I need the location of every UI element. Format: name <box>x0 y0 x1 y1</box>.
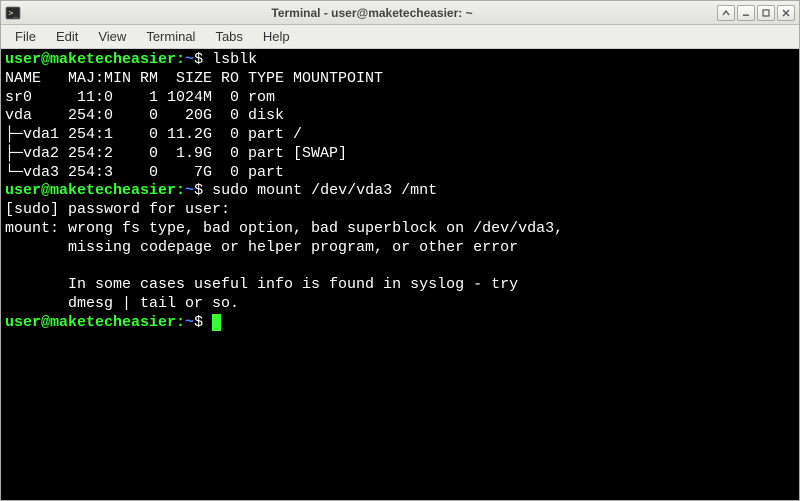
command-1: lsblk <box>212 51 257 68</box>
lsblk-row-vda: vda 254:0 0 20G 0 disk <box>5 107 293 124</box>
prompt-user: user@maketecheasier <box>5 314 176 331</box>
command-2: sudo mount /dev/vda3 /mnt <box>212 182 437 199</box>
window-controls <box>717 5 795 21</box>
lsblk-header: NAME MAJ:MIN RM SIZE RO TYPE MOUNTPOINT <box>5 70 383 87</box>
prompt-sep: : <box>176 314 185 331</box>
prompt-sep: : <box>176 182 185 199</box>
lsblk-row-vda3: └─vda3 254:3 0 7G 0 part <box>5 164 293 181</box>
menu-tabs[interactable]: Tabs <box>205 26 252 47</box>
terminal-output[interactable]: user@maketecheasier:~$ lsblk NAME MAJ:MI… <box>1 49 799 500</box>
maximize-button[interactable] <box>757 5 775 21</box>
prompt-end: $ <box>194 51 212 68</box>
terminal-window: >_ Terminal - user@maketecheasier: ~ Fil… <box>0 0 800 501</box>
sudo-prompt: [sudo] password for user: <box>5 201 239 218</box>
menu-view[interactable]: View <box>88 26 136 47</box>
lsblk-row-vda2: ├─vda2 254:2 0 1.9G 0 part [SWAP] <box>5 145 347 162</box>
prompt-end: $ <box>194 314 212 331</box>
lsblk-row-sr0: sr0 11:0 1 1024M 0 rom <box>5 89 293 106</box>
terminal-app-icon: >_ <box>5 5 21 21</box>
prompt-end: $ <box>194 182 212 199</box>
window-title: Terminal - user@maketecheasier: ~ <box>27 6 717 20</box>
titlebar[interactable]: >_ Terminal - user@maketecheasier: ~ <box>1 1 799 25</box>
cursor <box>212 314 221 331</box>
mount-error-l2: missing codepage or helper program, or o… <box>5 239 518 256</box>
close-button[interactable] <box>777 5 795 21</box>
prompt-user: user@maketecheasier <box>5 51 176 68</box>
lsblk-row-vda1: ├─vda1 254:1 0 11.2G 0 part / <box>5 126 302 143</box>
menubar: File Edit View Terminal Tabs Help <box>1 25 799 49</box>
menu-help[interactable]: Help <box>253 26 300 47</box>
prompt-user: user@maketecheasier <box>5 182 176 199</box>
prompt-path: ~ <box>185 182 194 199</box>
menu-edit[interactable]: Edit <box>46 26 88 47</box>
mount-error-l3: In some cases useful info is found in sy… <box>5 276 518 293</box>
rollup-button[interactable] <box>717 5 735 21</box>
prompt-path: ~ <box>185 314 194 331</box>
minimize-button[interactable] <box>737 5 755 21</box>
mount-error-l1: mount: wrong fs type, bad option, bad su… <box>5 220 563 237</box>
prompt-sep: : <box>176 51 185 68</box>
mount-error-l4: dmesg | tail or so. <box>5 295 239 312</box>
svg-text:>_: >_ <box>9 8 19 17</box>
menu-file[interactable]: File <box>5 26 46 47</box>
prompt-path: ~ <box>185 51 194 68</box>
menu-terminal[interactable]: Terminal <box>136 26 205 47</box>
